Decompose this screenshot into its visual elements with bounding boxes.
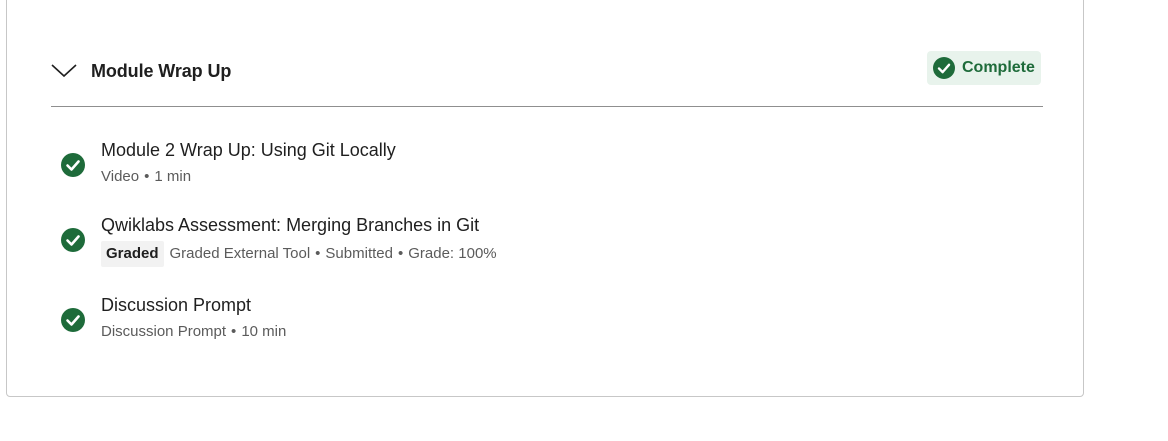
separator: • bbox=[231, 323, 237, 340]
item-title[interactable]: Discussion Prompt bbox=[101, 293, 251, 317]
chevron-down-icon[interactable] bbox=[51, 61, 77, 79]
item-duration: 10 min bbox=[241, 323, 287, 340]
separator: • bbox=[315, 245, 321, 262]
list-item[interactable]: Qwiklabs Assessment: Merging Branches in… bbox=[61, 213, 961, 267]
graded-badge: Graded bbox=[101, 241, 164, 267]
item-grade: Grade: 100% bbox=[408, 245, 497, 262]
list-item[interactable]: Module 2 Wrap Up: Using Git Locally Vide… bbox=[61, 138, 961, 188]
module-card: Module Wrap Up Complete Module 2 Wrap Up… bbox=[6, 0, 1084, 397]
module-title: Module Wrap Up bbox=[91, 61, 232, 81]
item-title[interactable]: Module 2 Wrap Up: Using Git Locally bbox=[101, 138, 396, 162]
item-type: Discussion Prompt bbox=[101, 323, 227, 340]
check-circle-icon bbox=[61, 308, 85, 332]
status-badge: Complete bbox=[927, 51, 1041, 85]
list-item[interactable]: Discussion Prompt Discussion Prompt • 10… bbox=[61, 293, 961, 343]
item-title[interactable]: Qwiklabs Assessment: Merging Branches in… bbox=[101, 213, 479, 237]
check-circle-icon bbox=[933, 57, 955, 79]
separator: • bbox=[397, 245, 404, 262]
item-duration: 1 min bbox=[154, 168, 192, 185]
item-submission: Submitted bbox=[325, 245, 393, 262]
module-header[interactable]: Module Wrap Up Complete bbox=[51, 51, 1043, 107]
separator: • bbox=[144, 168, 150, 185]
item-type: Graded External Tool bbox=[169, 245, 311, 262]
check-circle-icon bbox=[61, 228, 85, 252]
status-label: Complete bbox=[962, 59, 1035, 76]
item-meta: Discussion Prompt • 10 min bbox=[101, 321, 286, 343]
item-type: Video bbox=[101, 168, 140, 185]
check-circle-icon bbox=[61, 153, 85, 177]
item-meta: Video • 1 min bbox=[101, 166, 191, 188]
item-meta: Graded Graded External Tool • Submitted … bbox=[101, 241, 497, 267]
